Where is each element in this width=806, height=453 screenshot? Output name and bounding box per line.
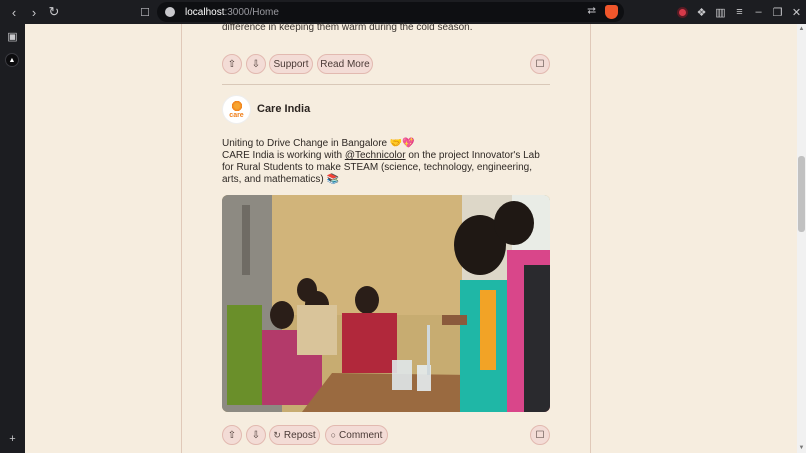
repost-icon: ↻ [273,429,281,440]
read-more-label: Read More [320,58,370,70]
post-line-4: arts, and mathematics) 📚 [222,174,339,185]
post-body: Uniting to Drive Change in Bangalore 🤝💖 … [222,138,550,186]
brave-shield-icon[interactable] [605,5,618,19]
post-actions: ⇧ ⇩ ↻ Repost ○ Comment ☐ [222,425,550,445]
arrow-down-icon: ⇩ [251,58,261,70]
previous-post-actions: ⇧ ⇩ Support Read More ☐ [222,54,550,74]
org-logo[interactable]: care [222,94,251,124]
feed-left-border [181,24,182,453]
minimize-icon: – [755,6,762,18]
bookmark-page-button[interactable]: ☐ [138,4,152,20]
arrow-up-icon: ⇧ [227,429,237,441]
arrow-up-icon: ⇧ [227,58,237,70]
minimize-button[interactable]: – [749,0,768,24]
repost-button[interactable]: ↻ Repost [269,425,320,445]
address-bar[interactable]: localhost:3000/Home ⮂ [157,2,624,22]
bookmark-icon: ☐ [140,6,150,19]
save-post-button[interactable]: ☐ [530,54,550,74]
scroll-up-icon[interactable]: ▲ [798,25,805,33]
share-icon[interactable]: ⮂ [587,5,596,18]
read-more-button[interactable]: Read More [317,54,373,74]
post-line-2-prefix: CARE India is working with [222,150,345,161]
restore-button[interactable]: ❐ [768,0,787,24]
care-sun-icon [231,99,243,112]
post-photo[interactable] [222,195,550,412]
logo-wordmark: care [229,111,244,119]
page-scrollbar[interactable]: ▲ ▼ [797,24,806,453]
scrollbar-thumb[interactable] [798,156,805,232]
close-icon: ✕ [791,6,802,19]
bookmark-icon: ☐ [535,58,545,70]
post-divider [222,84,550,85]
url-path: :3000/Home [224,6,279,18]
recording-button[interactable] [673,0,692,24]
reload-icon: ↻ [48,4,60,19]
close-button[interactable]: ✕ [787,0,806,24]
upvote-button[interactable]: ⇧ [222,54,242,74]
classroom-photo-illustration [222,195,550,412]
restore-icon: ❐ [772,6,783,19]
repost-label: Repost [283,429,316,441]
extensions-button[interactable]: ❖ [692,0,711,24]
record-icon [677,6,688,18]
feed-right-border [590,24,591,453]
forward-button[interactable]: › [24,0,44,24]
puzzle-icon: ❖ [696,6,707,19]
support-label: Support [273,58,309,70]
url-text: localhost:3000/Home [185,7,279,18]
sidebar-panel-icon[interactable]: ▣ [6,30,19,43]
url-host: localhost [185,6,225,18]
comment-icon: ○ [330,430,337,440]
sidebar-toggle-button[interactable]: ▥ [711,0,730,24]
arrow-down-icon: ⇩ [251,429,261,441]
scroll-down-icon[interactable]: ▼ [798,444,805,452]
post-line-1: Uniting to Drive Change in Bangalore 🤝💖 [222,138,415,149]
post-header: care Care India [222,94,310,124]
org-name[interactable]: Care India [257,103,310,115]
site-info-icon[interactable] [165,7,175,17]
bookmark-icon: ☐ [535,429,545,441]
upvote-button[interactable]: ⇧ [222,425,242,445]
post-line-3: for Rural Students to make STEAM (scienc… [222,162,532,173]
browser-toolbar: ‹ › ↻ ☐ localhost:3000/Home ⮂ ❖ ▥ ≡ – ❐ … [0,0,806,24]
menu-button[interactable]: ≡ [730,0,749,24]
sidebar-icon: ▥ [715,6,726,19]
post-line-2: CARE India is working with @Technicolor … [222,150,550,162]
downvote-button[interactable]: ⇩ [246,54,266,74]
toolbar-actions: ❖ ▥ ≡ – ❐ ✕ [673,0,806,24]
back-button[interactable]: ‹ [4,0,24,24]
comment-button[interactable]: ○ Comment [325,425,388,445]
add-icon[interactable]: + [6,432,19,445]
menu-icon: ≡ [736,6,743,18]
chevron-right-icon: › [31,4,37,20]
mention-link[interactable]: @Technicolor [345,150,406,161]
profile-avatar[interactable]: ▲ [5,53,19,67]
reload-button[interactable]: ↻ [44,0,64,24]
support-button[interactable]: Support [269,54,313,74]
post-line-2-suffix: on the project Innovator's Lab [405,150,540,161]
browser-sidebar: ▣ ▲ + [0,24,25,453]
comment-label: Comment [339,429,383,441]
previous-post-text: difference in keeping them warm during t… [222,22,473,33]
save-post-button[interactable]: ☐ [530,425,550,445]
chevron-left-icon: ‹ [11,4,17,20]
downvote-button[interactable]: ⇩ [246,425,266,445]
